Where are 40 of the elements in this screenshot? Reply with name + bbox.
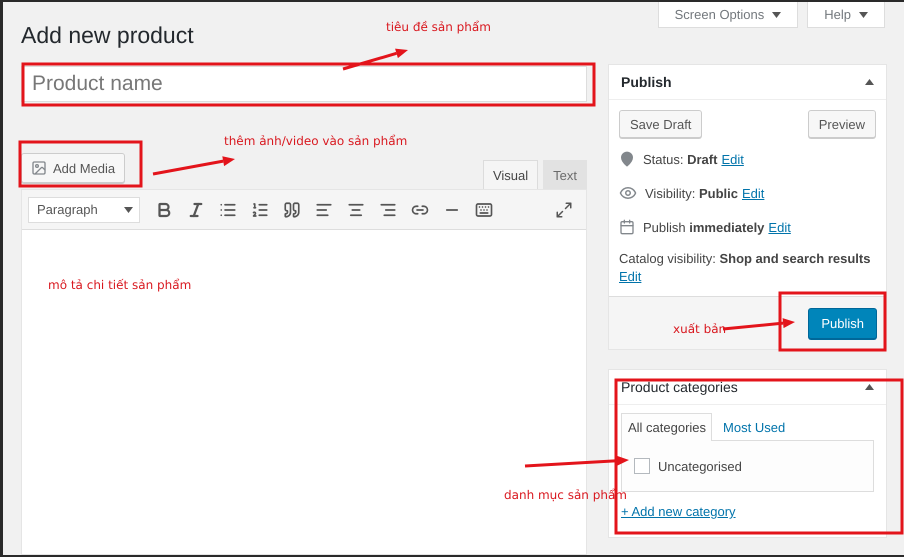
edit-link[interactable]: Edit xyxy=(768,220,791,234)
meta-text: Catalog visibility: Shop and search results xyxy=(619,251,870,266)
panel-title: Product categories xyxy=(621,379,738,395)
annotation-note: tiêu đề sản phẩm xyxy=(386,20,491,34)
annotation-note: xuất bản xyxy=(673,322,726,336)
edit-link[interactable]: Edit xyxy=(742,186,764,200)
format-select[interactable]: Paragraph xyxy=(28,196,140,222)
meta-text: Status: Draft xyxy=(643,152,718,166)
meta-text: Visibility: Public xyxy=(645,186,738,200)
annotation-note: mô tả chi tiết sản phẩm xyxy=(48,278,192,292)
product-name-field[interactable]: Product name xyxy=(21,66,587,102)
category-tab[interactable]: Most Used xyxy=(716,413,792,441)
edit-link[interactable]: Edit xyxy=(619,269,642,284)
collapse-arrow-icon[interactable] xyxy=(865,79,874,85)
collapse-arrow-icon[interactable] xyxy=(865,384,874,390)
annotation-note: thêm ảnh/video vào sản phẩm xyxy=(224,134,408,148)
preview-button[interactable]: Preview xyxy=(808,110,876,138)
editor-tab[interactable]: Visual xyxy=(482,160,538,189)
eye-icon xyxy=(619,184,637,202)
dropdown-arrow-icon xyxy=(859,12,868,18)
help-tab[interactable]: Help xyxy=(807,2,885,28)
save-draft-button[interactable]: Save Draft xyxy=(619,110,702,138)
media-icon xyxy=(31,160,47,176)
pin-icon xyxy=(619,151,635,167)
add-category-link[interactable]: + Add new category xyxy=(621,504,736,519)
annotation-arrow xyxy=(342,48,408,70)
page-title: Add new product xyxy=(21,21,194,50)
category-checkbox[interactable] xyxy=(634,458,650,474)
edit-link[interactable]: Edit xyxy=(721,152,744,166)
dropdown-arrow-icon xyxy=(124,206,133,212)
editor-tab[interactable]: Text xyxy=(543,160,587,189)
publish-button[interactable]: Publish xyxy=(808,308,877,338)
panel-title: Publish xyxy=(621,74,672,90)
category-label: Uncategorised xyxy=(658,458,742,474)
category-tab[interactable]: All categories xyxy=(621,413,712,441)
calendar-icon xyxy=(619,219,635,235)
meta-text: Publish immediately xyxy=(643,220,764,234)
dropdown-arrow-icon xyxy=(772,12,782,18)
add-media-button[interactable]: Add Media xyxy=(21,153,126,183)
screen-options-tab[interactable]: Screen Options xyxy=(658,2,798,28)
